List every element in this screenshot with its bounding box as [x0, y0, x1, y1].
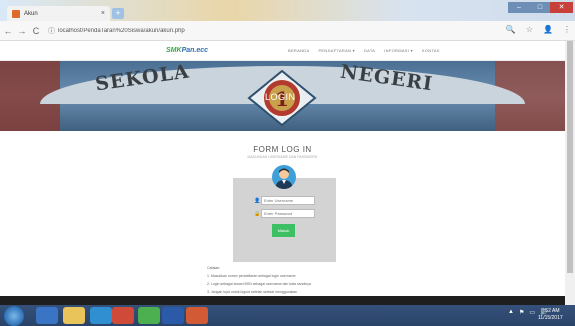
login-button[interactable]: Masuk	[272, 224, 295, 237]
flag-icon[interactable]: ⚑	[519, 309, 524, 316]
page-footer	[0, 296, 565, 305]
menu-item-pendaftaran[interactable]: PENDAFTARAN ▾	[318, 48, 355, 53]
form-heading: FORM LOG IN	[253, 145, 312, 154]
browser-tab[interactable]: Akun ×	[7, 6, 110, 21]
favicon-icon	[12, 9, 20, 18]
media-player-icon[interactable]	[90, 307, 112, 324]
browser-tabbar: Akun × + – □ ✕	[0, 0, 575, 21]
username-input[interactable]	[261, 196, 315, 205]
ie-icon[interactable]	[36, 307, 58, 324]
account-icon[interactable]: 👤	[543, 25, 553, 34]
lock-icon: 🔒	[254, 210, 261, 217]
maximize-button[interactable]: □	[530, 2, 550, 13]
chrome-icon[interactable]	[138, 307, 160, 324]
instructions: Catatan: 1. Masukkan nomor pendaftaran s…	[207, 264, 407, 296]
close-window-button[interactable]: ✕	[550, 2, 573, 13]
close-tab-icon[interactable]: ×	[101, 10, 105, 17]
address-actions: 🔍 ☆ 👤 ⋮	[506, 25, 571, 34]
site-menu: BERANDA PENDAFTARAN ▾ DATA INFORMASI ▾ K…	[288, 48, 440, 53]
file-explorer-icon[interactable]	[63, 307, 85, 324]
os-taskbar: ▲ ⚑ ▭ 🔊 8:52 AM 11/15/2017	[0, 305, 575, 326]
minimize-button[interactable]: –	[508, 2, 530, 13]
site-logo[interactable]: SMKPan.ecc	[166, 47, 208, 54]
logo-part-b: Pan.ecc	[181, 47, 209, 54]
site-navbar: SMKPan.ecc BERANDA PENDAFTARAN ▾ DATA IN…	[0, 41, 565, 61]
page-content: SMKPan.ecc BERANDA PENDAFTARAN ▾ DATA IN…	[0, 41, 565, 305]
app-icon[interactable]	[112, 307, 134, 324]
instructions-title: Catatan:	[207, 266, 221, 270]
user-avatar-icon	[272, 165, 296, 189]
menu-item-kontak[interactable]: KONTAK	[422, 48, 440, 53]
xampp-icon[interactable]	[186, 307, 208, 324]
instruction-item: 1. Masukkan nomor pendaftaran sebagai lo…	[207, 274, 296, 278]
tab-title: Akun	[24, 10, 38, 17]
logo-part-a: SMK	[166, 47, 182, 54]
word-icon[interactable]	[162, 307, 184, 324]
instruction-item: 2. Login sebagai siswa NISN sebagai user…	[207, 282, 311, 286]
form-subheading: MASUKKAN USERNAME DAN PASSWORD	[247, 155, 318, 159]
username-field: 👤	[254, 196, 315, 205]
page-scrollbar[interactable]	[565, 41, 575, 305]
new-tab-button[interactable]: +	[112, 8, 124, 19]
bookmark-star-icon[interactable]: ☆	[526, 25, 533, 34]
instruction-item: 3. Jangan lupa untuk logout setelah sele…	[207, 290, 298, 294]
hero-title: LOGIN	[265, 92, 296, 102]
clock[interactable]: 8:52 AM 11/15/2017	[538, 308, 563, 322]
url-input[interactable]	[58, 27, 438, 34]
clock-date: 11/15/2017	[538, 315, 563, 321]
hero-banner: SEKOLA NEGERI 1 LOGIN	[0, 61, 565, 131]
password-field: 🔒	[254, 209, 315, 218]
browser-menu-icon[interactable]: ⋮	[563, 25, 571, 34]
forward-button[interactable]: →	[16, 26, 28, 36]
menu-item-informasi[interactable]: INFORMASI ▾	[384, 48, 413, 53]
menu-item-beranda[interactable]: BERANDA	[288, 48, 309, 53]
tray-expand-icon[interactable]: ▲	[508, 309, 514, 316]
password-input[interactable]	[261, 209, 315, 218]
scrollbar-thumb[interactable]	[567, 41, 573, 273]
info-icon[interactable]: ⓘ	[48, 26, 55, 36]
network-icon[interactable]: ▭	[529, 309, 535, 316]
zoom-icon[interactable]: 🔍	[506, 25, 516, 34]
start-button[interactable]	[4, 306, 24, 326]
back-button[interactable]: ←	[2, 26, 14, 36]
login-form-panel	[233, 178, 336, 262]
reload-button[interactable]: C	[30, 26, 42, 36]
address-bar: ← → C ⓘ 🔍 ☆ 👤 ⋮	[0, 21, 575, 41]
menu-item-data[interactable]: DATA	[364, 48, 375, 53]
user-icon: 👤	[254, 197, 261, 204]
clock-time: 8:52 AM	[541, 308, 560, 314]
